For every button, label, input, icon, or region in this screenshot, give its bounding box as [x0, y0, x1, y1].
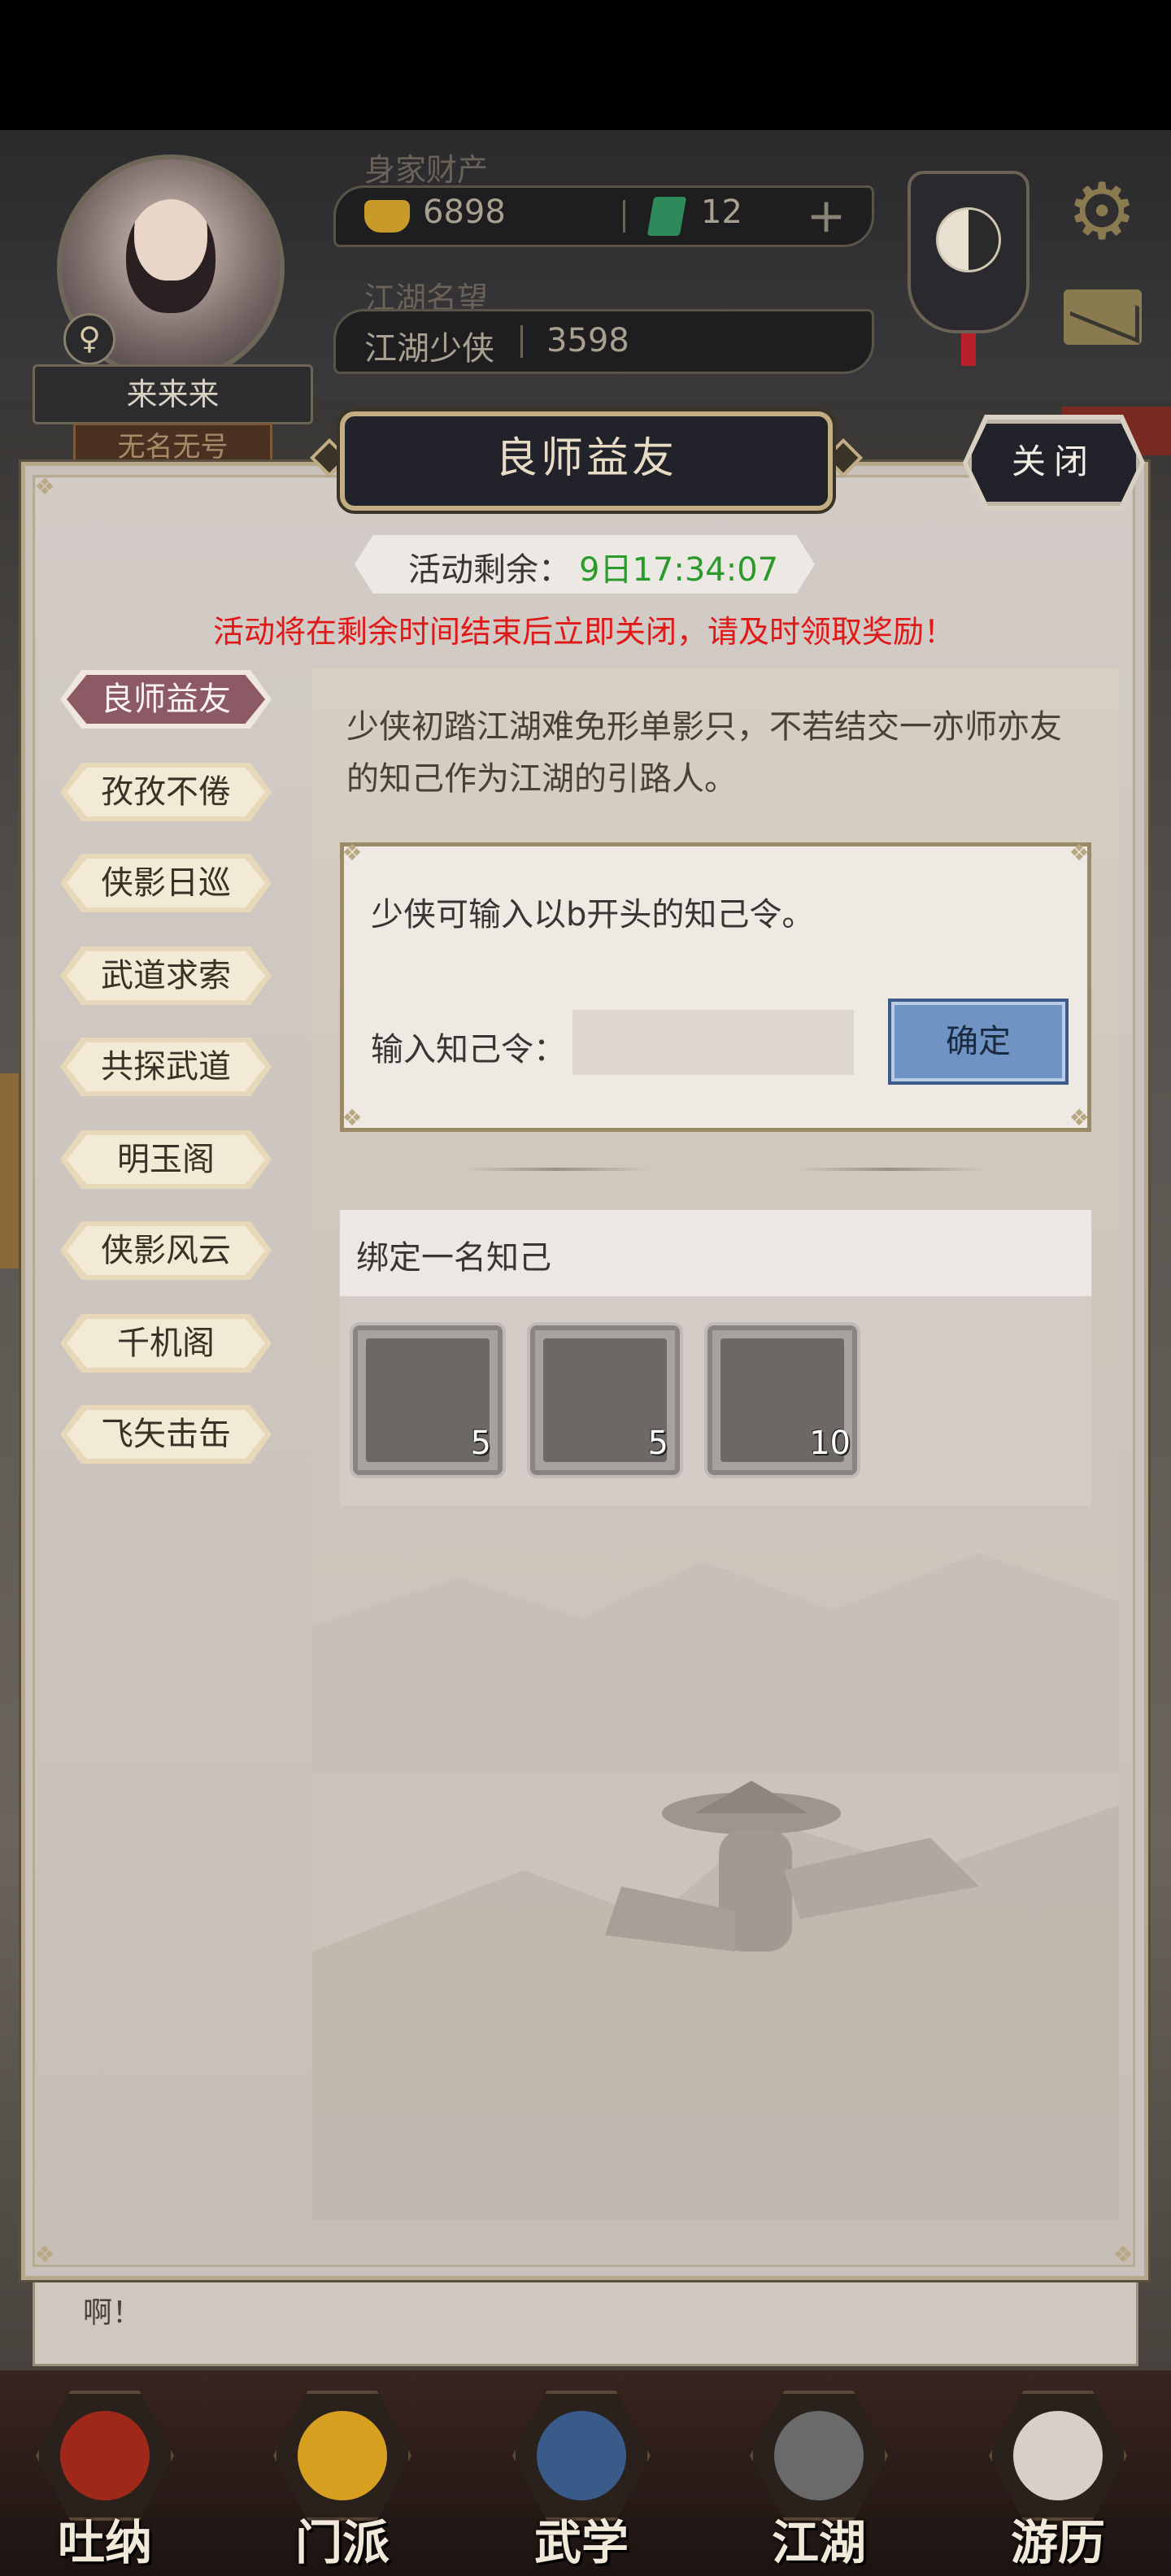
tab-travel[interactable]: 游历 [981, 2391, 1135, 2570]
menu-item-zizibujuan[interactable]: 孜孜不倦 [67, 768, 265, 816]
bamboo-hat-icon [774, 2411, 864, 2500]
reward-count: 5 [470, 1425, 491, 1462]
jade-amount: 12 [701, 194, 742, 231]
divider-ornament [464, 1168, 651, 1171]
gourd-icon [60, 2411, 150, 2500]
menu-item-mingyuge[interactable]: 明玉阁 [67, 1135, 265, 1184]
tassel-icon [961, 333, 976, 366]
close-button[interactable]: 关闭 [968, 420, 1140, 506]
fame-value: 3598 [546, 322, 629, 359]
menu-item-qianjige[interactable]: 千机阁 [67, 1319, 265, 1368]
menu-item-gongtanwudao[interactable]: 共探武道 [67, 1042, 265, 1091]
banner-icon [298, 2411, 387, 2500]
tab-martial-arts[interactable]: 武学 [504, 2391, 659, 2570]
chat-box [33, 2269, 1138, 2366]
wealth-bar [333, 185, 874, 247]
reward-count: 5 [647, 1425, 668, 1462]
menu-item-liangshiyiyou[interactable]: 良师益友 [67, 675, 265, 724]
reward-count: 10 [809, 1425, 851, 1462]
divider-ornament [797, 1168, 984, 1171]
fame-rank: 江湖少侠 [364, 330, 494, 368]
corner-ornament-icon: ❖ [342, 1104, 363, 1131]
tab-label: 门派 [294, 2515, 390, 2570]
warning-message: 活动将在剩余时间结束后立即关闭，请及时领取奖励！ [212, 614, 955, 650]
corner-ornament-icon: ❖ [1069, 839, 1090, 866]
menu-item-xiayingrixun[interactable]: 侠影日巡 [67, 859, 265, 907]
tab-jianghu[interactable]: 江湖 [742, 2391, 896, 2570]
female-gender-icon: ♀ [63, 313, 115, 365]
corner-ornament-icon: ❖ [34, 2241, 55, 2268]
taiji-icon [936, 207, 1001, 272]
event-description: 少侠初踏江湖难免形单影只，不若结交一亦师亦友的知己作为江湖的引路人。 [346, 708, 1062, 798]
jade-icon [646, 197, 687, 236]
tab-sect[interactable]: 门派 [265, 2391, 420, 2570]
corner-ornament-icon: ❖ [1069, 1104, 1090, 1131]
confirm-button[interactable]: 确定 [888, 999, 1069, 1085]
gold-amount: 6898 [423, 194, 506, 231]
horse-icon [1013, 2411, 1103, 2500]
menu-item-feishijifou[interactable]: 飞矢击缶 [67, 1410, 265, 1459]
friend-code-input[interactable] [572, 1010, 854, 1075]
gear-icon[interactable]: ⚙ [1062, 172, 1142, 252]
wealth-label: 身家财产 [364, 152, 489, 188]
timer-label: 活动剩余： [408, 551, 571, 589]
fame-divider [520, 325, 523, 358]
tab-label: 吐纳 [57, 2515, 152, 2570]
currency-divider [623, 200, 625, 233]
tab-label: 武学 [533, 2515, 629, 2570]
menu-item-xiayingfengyun[interactable]: 侠影风云 [67, 1226, 265, 1275]
code-label: 输入知己令： [371, 1031, 566, 1068]
tab-label: 游历 [1010, 2515, 1105, 2570]
menu-item-wudaoqiusuo[interactable]: 武道求索 [67, 951, 265, 1000]
code-hint: 少侠可输入以b开头的知己令。 [371, 896, 815, 933]
tab-label: 江湖 [771, 2515, 866, 2570]
corner-ornament-icon: ❖ [1112, 2241, 1134, 2268]
corner-ornament-icon: ❖ [34, 473, 55, 500]
timer-value: 9日17:34:07 [579, 551, 779, 589]
corner-ornament-icon: ❖ [342, 839, 363, 866]
mail-icon[interactable] [1064, 289, 1142, 345]
status-bar [0, 0, 1171, 130]
chat-snippet: 啊！ [83, 2296, 142, 2330]
ink-landscape-illustration [312, 1553, 1119, 2220]
player-name: 来来来 [33, 364, 313, 424]
task-title: 绑定一名知己 [356, 1239, 551, 1277]
avatar-portrait [126, 199, 215, 313]
tab-tuna[interactable]: 吐纳 [28, 2391, 182, 2570]
add-currency-button[interactable]: + [803, 192, 849, 241]
code-entry-box [340, 842, 1091, 1132]
modal-title: 良师益友 [494, 434, 677, 483]
gold-ingot-icon [364, 200, 410, 233]
scroll-book-icon [537, 2411, 626, 2500]
